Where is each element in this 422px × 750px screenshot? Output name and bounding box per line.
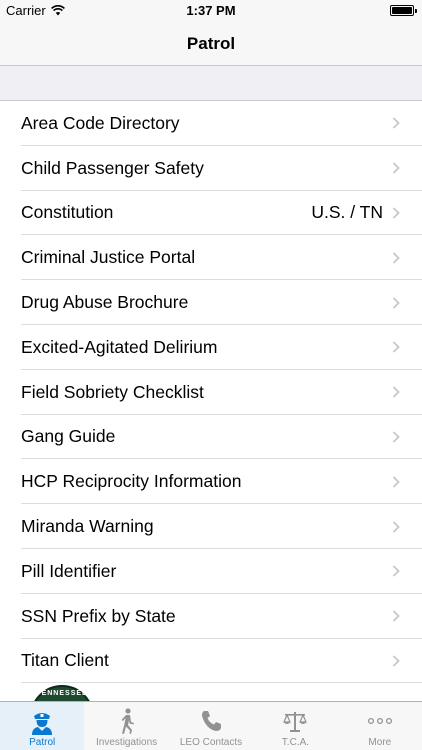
list-item-titan-client[interactable]: Titan Client	[0, 638, 422, 684]
section-header	[0, 66, 422, 101]
list-item-drug-abuse-brochure[interactable]: Drug Abuse Brochure	[0, 280, 422, 325]
list-item-gang-guide[interactable]: Gang Guide	[0, 414, 422, 460]
list-item-label: Child Passenger Safety	[21, 157, 204, 178]
chevron-right-icon	[392, 252, 400, 264]
tab-leo-contacts[interactable]: LEO Contacts	[169, 702, 253, 750]
list-item-label: SSN Prefix by State	[21, 605, 176, 626]
page-title: Patrol	[186, 33, 236, 53]
list-item-label: Gang Guide	[21, 426, 116, 447]
navigation-bar: Patrol	[0, 22, 422, 66]
list-item-area-code-directory[interactable]: Area Code Directory	[0, 101, 422, 146]
tab-patrol[interactable]: Patrol	[0, 702, 85, 750]
status-bar: Carrier 1:37 PM	[0, 0, 422, 22]
chevron-right-icon	[392, 296, 400, 309]
chevron-right-icon	[392, 655, 400, 667]
list-item-label: Field Sobriety Checklist	[21, 381, 204, 402]
list-item-pill-identifier[interactable]: Pill Identifier	[0, 548, 422, 594]
list-item-label: HCP Reciprocity Information	[21, 471, 242, 492]
chevron-right-icon	[392, 162, 400, 174]
scales-icon	[283, 712, 308, 732]
list-item-criminal-justice-portal[interactable]: Criminal Justice Portal	[0, 235, 422, 281]
list-item-label: Excited-Agitated Delirium	[21, 336, 218, 357]
list-item-label: Miranda Warning	[21, 516, 154, 537]
chevron-right-icon	[392, 341, 400, 354]
tab-label: Investigations	[96, 737, 158, 748]
list-item-label: Criminal Justice Portal	[21, 247, 196, 268]
list-item-label: Area Code Directory	[21, 112, 180, 133]
list-item-hcp-reciprocity-information[interactable]: HCP Reciprocity Information	[0, 459, 422, 505]
police-officer-icon	[32, 713, 53, 735]
tab-bar: Patrol Investigations LEO Contacts T.C.A…	[0, 701, 422, 750]
chevron-right-icon	[392, 117, 400, 130]
chevron-right-icon	[392, 610, 400, 622]
list-item-miranda-warning[interactable]: Miranda Warning	[0, 504, 422, 549]
tab-label: Patrol	[29, 737, 56, 748]
tab-more[interactable]: More	[338, 702, 422, 750]
walking-person-icon	[121, 708, 134, 734]
list-item-excited-agitated-delirium[interactable]: Excited-Agitated Delirium	[0, 324, 422, 370]
list-item-label: Titan Client	[21, 650, 109, 671]
list-item-label: Drug Abuse Brochure	[21, 292, 189, 313]
status-time: 1:37 PM	[186, 3, 236, 18]
list-item-constitution[interactable]: Constitution U.S. / TN	[0, 190, 422, 236]
chevron-right-icon	[392, 386, 400, 398]
list-item-ssn-prefix-by-state[interactable]: SSN Prefix by State	[0, 593, 422, 639]
tab-investigations[interactable]: Investigations	[84, 702, 168, 750]
tab-label: LEO Contacts	[179, 737, 243, 748]
list-item-detail: U.S. / TN	[311, 202, 383, 223]
list-item-child-passenger-safety[interactable]: Child Passenger Safety	[0, 145, 422, 191]
tab-label: More	[368, 737, 392, 748]
seal-text: TENNESSEE	[36, 690, 88, 697]
list-item-label: Pill Identifier	[21, 560, 117, 581]
menu-list: Area Code Directory Child Passenger Safe…	[0, 101, 422, 684]
phone-icon	[202, 711, 222, 731]
chevron-right-icon	[392, 520, 400, 533]
more-dots-icon	[367, 717, 392, 725]
chevron-right-icon	[392, 476, 400, 488]
chevron-right-icon	[392, 207, 400, 219]
battery-icon	[390, 5, 417, 16]
tab-tca[interactable]: T.C.A.	[253, 702, 337, 750]
chevron-right-icon	[392, 565, 400, 577]
seal-logo-row: TENNESSEE	[0, 683, 422, 703]
list-item-label: Constitution	[21, 202, 114, 223]
chevron-right-icon	[392, 431, 400, 443]
tab-label: T.C.A.	[281, 737, 310, 748]
list-item-field-sobriety-checklist[interactable]: Field Sobriety Checklist	[0, 369, 422, 415]
